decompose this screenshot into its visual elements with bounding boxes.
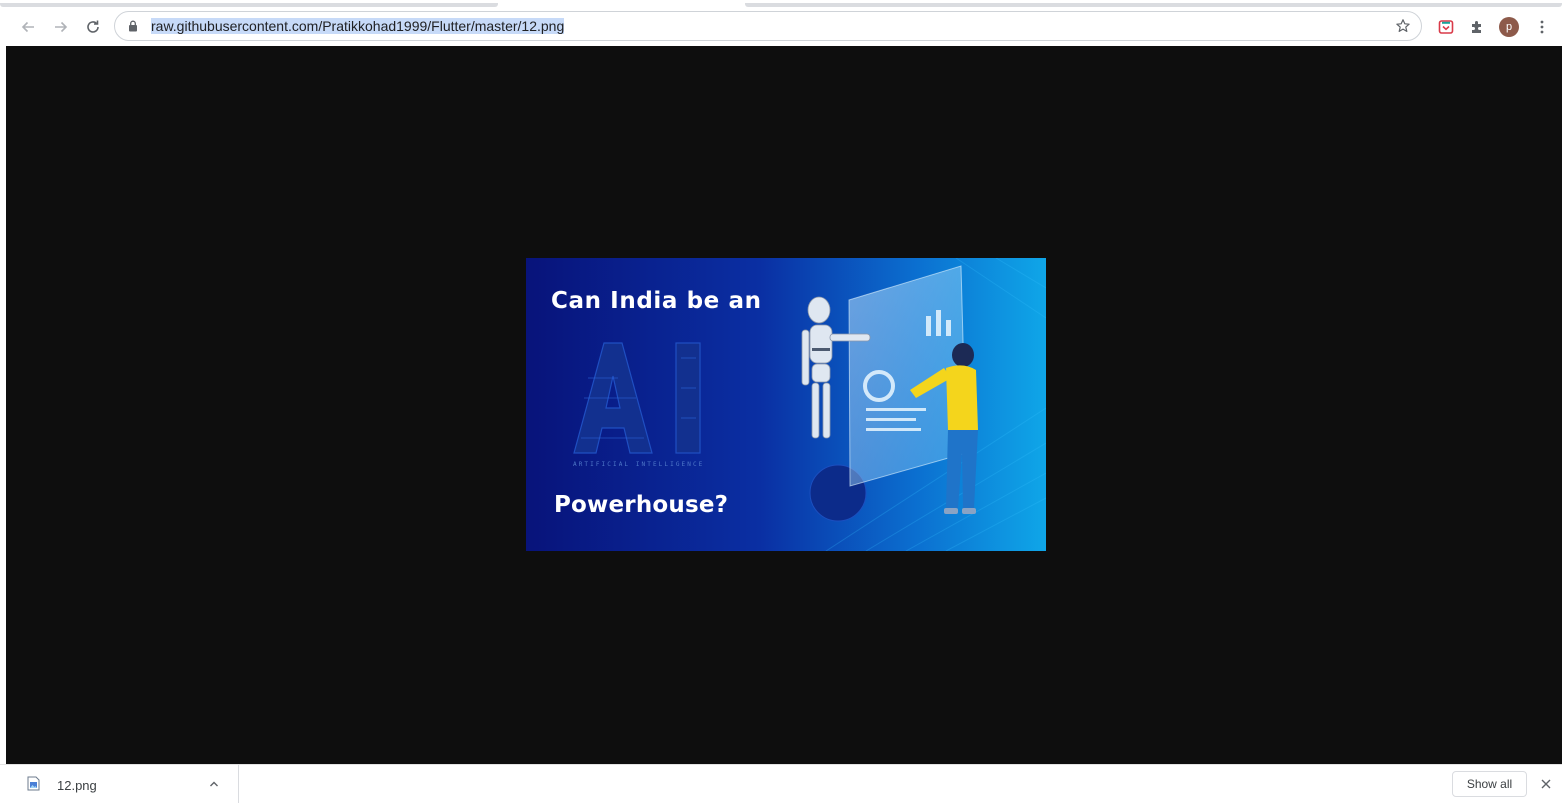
tab-edge: [0, 3, 498, 7]
bookmark-star-button[interactable]: [1393, 16, 1413, 36]
tab-edge: [745, 3, 1562, 7]
show-all-button[interactable]: Show all: [1452, 771, 1527, 797]
kebab-menu-icon: [1540, 20, 1544, 34]
url-text[interactable]: raw.githubusercontent.com/Pratikkohad199…: [151, 18, 565, 34]
download-filename[interactable]: 12.png: [57, 778, 97, 793]
image-viewer: Can India be an Powerhouse? ARTIFICIAL I…: [6, 46, 1562, 764]
close-shelf-button[interactable]: [1537, 775, 1555, 793]
reload-button[interactable]: [80, 14, 106, 40]
browser-menu-button[interactable]: [1530, 15, 1554, 39]
address-bar[interactable]: raw.githubusercontent.com/Pratikkohad199…: [114, 11, 1422, 41]
download-shelf: 12.png Show all: [0, 764, 1562, 803]
close-icon: [1541, 779, 1551, 789]
extensions-button[interactable]: [1465, 15, 1489, 39]
image-subtitle: ARTIFICIAL INTELLIGENCE: [573, 461, 705, 468]
lock-icon[interactable]: [126, 19, 140, 33]
pocket-extension-button[interactable]: [1434, 15, 1458, 39]
chevron-up-icon: [210, 781, 218, 787]
back-button[interactable]: [15, 14, 41, 40]
image-headline-line-2: Powerhouse?: [554, 492, 729, 518]
star-icon: [1396, 19, 1410, 32]
puzzle-icon: [1472, 21, 1481, 33]
download-item[interactable]: 12.png: [0, 765, 239, 803]
profile-avatar[interactable]: p: [1499, 17, 1519, 37]
reload-icon: [87, 20, 99, 33]
forward-button[interactable]: [48, 14, 74, 40]
forward-arrow-icon: [55, 21, 68, 33]
download-options-button[interactable]: [207, 777, 221, 791]
browser-toolbar: raw.githubusercontent.com/Pratikkohad199…: [0, 8, 1562, 46]
image-headline-line-1: Can India be an: [551, 288, 762, 314]
pocket-icon: [1438, 20, 1454, 34]
tab-strip: [0, 0, 1562, 7]
back-arrow-icon: [21, 21, 34, 33]
displayed-image[interactable]: Can India be an Powerhouse? ARTIFICIAL I…: [526, 258, 1046, 551]
image-file-icon: [27, 776, 40, 791]
